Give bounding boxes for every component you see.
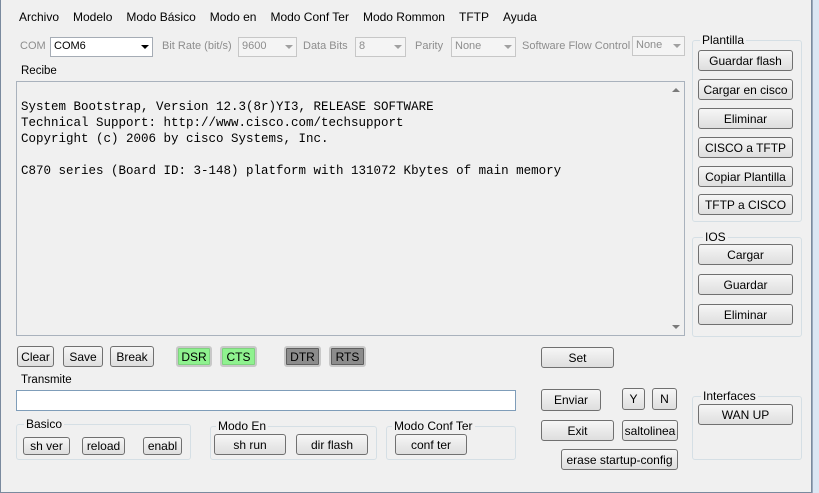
clear-button[interactable]: Clear <box>17 346 54 367</box>
chevron-down-icon <box>504 45 512 49</box>
scroll-up-icon[interactable] <box>672 88 680 92</box>
transmite-label: Transmite <box>21 374 72 386</box>
copiar-plantilla-button[interactable]: Copiar Plantilla <box>698 166 793 187</box>
set-button[interactable]: Set <box>541 347 614 368</box>
ios-guardar-button[interactable]: Guardar <box>698 274 793 295</box>
modo-conf-ter-group-title: Modo Conf Ter <box>392 419 475 433</box>
n-button[interactable]: N <box>652 388 677 410</box>
menu-modo-basico[interactable]: Modo Básico <box>119 8 202 26</box>
plantilla-group-title: Plantilla <box>700 33 747 47</box>
cargar-en-cisco-button[interactable]: Cargar en cisco <box>698 79 793 100</box>
transmit-input[interactable] <box>16 390 516 411</box>
ios-group-title: IOS <box>703 230 728 244</box>
parity-select[interactable]: None <box>451 37 516 57</box>
wan-up-button[interactable]: WAN UP <box>698 404 793 425</box>
main-window: Archivo Modelo Modo Básico Modo en Modo … <box>0 0 812 493</box>
window-edge <box>812 0 819 493</box>
parity-value: None <box>455 40 482 52</box>
chevron-down-icon <box>673 44 681 48</box>
bitrate-select[interactable]: 9600 <box>238 37 297 57</box>
databits-select[interactable]: 8 <box>355 37 406 57</box>
dir-flash-button[interactable]: dir flash <box>296 434 368 455</box>
y-button[interactable]: Y <box>622 388 645 410</box>
enabl-button[interactable]: enabl <box>143 437 182 455</box>
scroll-down-icon[interactable] <box>672 325 680 329</box>
guardar-flash-button[interactable]: Guardar flash <box>698 50 793 71</box>
bitrate-value: 9600 <box>242 40 267 52</box>
menu-tftp[interactable]: TFTP <box>452 8 496 26</box>
break-button[interactable]: Break <box>110 346 154 367</box>
bitrate-label: Bit Rate (bit/s) <box>162 40 232 52</box>
erase-startup-config-button[interactable]: erase startup-config <box>561 449 678 470</box>
com-port-value: COM6 <box>54 40 86 52</box>
plantilla-eliminar-button[interactable]: Eliminar <box>698 108 793 129</box>
tftp-a-cisco-button[interactable]: TFTP a CISCO <box>698 194 793 215</box>
rts-indicator[interactable]: RTS <box>329 346 366 367</box>
interfaces-group-title: Interfaces <box>701 389 758 403</box>
menu-ayuda[interactable]: Ayuda <box>496 8 544 26</box>
conf-ter-button[interactable]: conf ter <box>395 434 467 455</box>
flow-control-label: Software Flow Control <box>522 40 631 52</box>
basico-group-title: Basico <box>24 417 65 431</box>
menu-bar: Archivo Modelo Modo Básico Modo en Modo … <box>2 6 807 28</box>
chevron-down-icon <box>394 45 402 49</box>
menu-modo-rommon[interactable]: Modo Rommon <box>356 8 452 26</box>
menu-modo-conf-ter[interactable]: Modo Conf Ter <box>263 8 356 26</box>
recibe-label: Recibe <box>21 65 57 77</box>
dsr-indicator[interactable]: DSR <box>176 346 212 367</box>
menu-modo-en[interactable]: Modo en <box>203 8 264 26</box>
menu-archivo[interactable]: Archivo <box>12 8 66 26</box>
modo-en-group-title: Modo En <box>216 419 269 433</box>
saltolinea-button[interactable]: saltolinea <box>622 420 678 441</box>
receive-console[interactable]: System Bootstrap, Version 12.3(8r)YI3, R… <box>16 81 685 336</box>
flow-control-value: None <box>636 39 663 51</box>
sh-run-button[interactable]: sh run <box>214 434 286 455</box>
databits-label: Data Bits <box>303 40 348 52</box>
databits-value: 8 <box>359 40 366 52</box>
enviar-button[interactable]: Enviar <box>541 389 601 411</box>
com-label: COM <box>20 40 46 52</box>
cts-indicator[interactable]: CTS <box>220 346 257 367</box>
exit-button[interactable]: Exit <box>541 420 614 441</box>
flow-control-select[interactable]: None <box>632 36 685 56</box>
sh-ver-button[interactable]: sh ver <box>23 437 70 455</box>
reload-button[interactable]: reload <box>82 437 125 455</box>
menu-modelo[interactable]: Modelo <box>66 8 119 26</box>
com-port-select[interactable]: COM6 <box>50 37 153 57</box>
chevron-down-icon <box>285 45 293 49</box>
parity-label: Parity <box>415 40 444 52</box>
vertical-scrollbar[interactable] <box>668 82 684 335</box>
chevron-down-icon <box>141 45 149 49</box>
ios-cargar-button[interactable]: Cargar <box>698 244 793 265</box>
dtr-indicator[interactable]: DTR <box>284 346 321 367</box>
ios-eliminar-button[interactable]: Eliminar <box>698 304 793 325</box>
save-button[interactable]: Save <box>63 346 103 367</box>
receive-text: System Bootstrap, Version 12.3(8r)YI3, R… <box>21 100 562 178</box>
cisco-a-tftp-button[interactable]: CISCO a TFTP <box>698 137 793 158</box>
